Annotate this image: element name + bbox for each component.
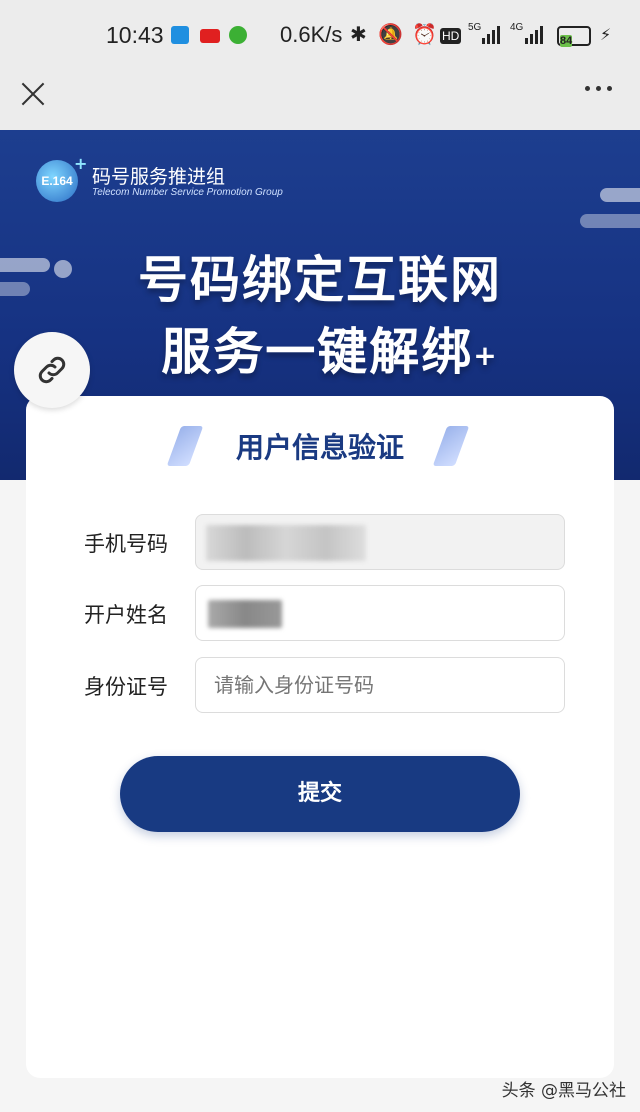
cloud-decoration [600, 188, 640, 202]
charging-icon: ⚡ [600, 25, 612, 44]
submit-button[interactable]: 提交 [120, 756, 520, 832]
phone-label: 手机号码 [84, 532, 168, 556]
network-speed: 0.6K/s [280, 22, 343, 47]
phone-field[interactable] [195, 514, 565, 570]
link-bubble[interactable] [14, 332, 90, 408]
name-redacted-value [208, 600, 282, 628]
battery-level: 84 [560, 35, 573, 47]
headline-plus: + [473, 339, 499, 372]
battery-icon: 84 [557, 26, 591, 47]
org-name-cn: 码号服务推进组 [92, 166, 226, 188]
verification-card: 用户信息验证 手机号码 开户姓名 身份证号 提交 [26, 396, 614, 1078]
name-field[interactable] [195, 585, 565, 641]
id-label: 身份证号 [84, 675, 168, 699]
news-notification-icon [200, 29, 220, 43]
logo-plus-icon: + [74, 154, 88, 173]
hd-icon: HD [440, 28, 462, 44]
status-time: 10:43 [106, 22, 164, 48]
form-title: 用户信息验证 [235, 431, 404, 464]
id-number-input[interactable] [195, 657, 565, 713]
cloud-decoration [580, 214, 640, 228]
app-notification-icon [171, 26, 189, 44]
headline-line-2: 服务一键解绑+ [10, 312, 640, 384]
webview-top-bar [0, 72, 640, 130]
more-icon[interactable] [585, 86, 612, 91]
id-row: 身份证号 [26, 657, 614, 713]
headline-line-1: 号码绑定互联网 [138, 251, 502, 309]
mute-icon: 🔕 [378, 22, 403, 46]
name-row: 开户姓名 [26, 585, 614, 641]
signal-4g-icon [525, 24, 543, 44]
bluetooth-icon: ✱ [350, 22, 367, 46]
name-label: 开户姓名 [84, 603, 168, 627]
org-name-en: Telecom Number Service Promotion Group [92, 187, 283, 198]
close-icon[interactable] [18, 80, 48, 110]
e164-logo: E.164 [36, 160, 78, 202]
wechat-icon [229, 26, 247, 44]
status-bar: 10:43 0.6K/s ✱ 🔕 ⏰ HD 5G 4G 84 ⚡ [0, 0, 640, 72]
alarm-icon: ⏰ [412, 22, 437, 46]
net-4g-label: 4G [510, 22, 524, 33]
link-icon [38, 356, 66, 384]
watermark: 头条 @黑马公社 [501, 1081, 626, 1101]
net-5g-label: 5G [468, 22, 482, 33]
headline-line-2-text: 服务一键解绑 [161, 323, 474, 381]
phone-redacted-value [206, 525, 366, 561]
phone-row: 手机号码 [26, 514, 614, 570]
signal-5g-icon [482, 24, 500, 44]
